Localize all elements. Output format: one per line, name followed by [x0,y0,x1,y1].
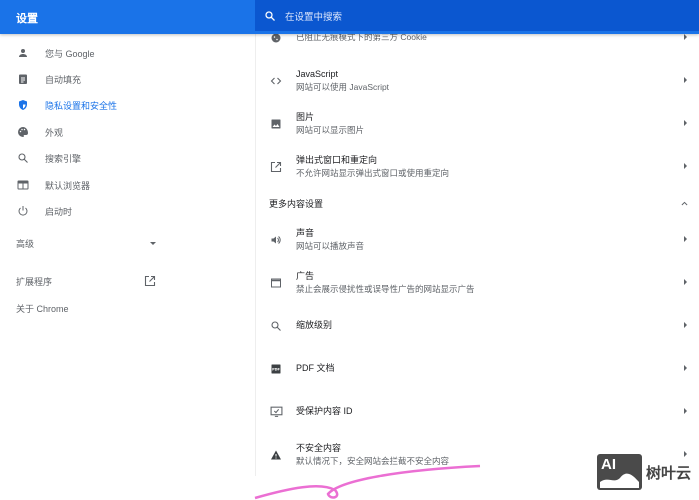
search-icon [16,151,30,165]
setting-subtitle: 禁止会展示侵扰性或误导性广告的网站显示广告 [296,283,475,294]
caret-down-icon [150,241,156,245]
clipboard-icon [16,72,30,86]
setting-title: 弹出式窗口和重定向 [296,154,378,165]
extensions-label: 扩展程序 [16,276,53,287]
setting-title: 受保护内容 ID [296,406,353,416]
more-content-settings-toggle[interactable]: 更多内容设置 [256,188,699,218]
setting-title: 图片 [296,111,315,122]
setting-row-popups[interactable]: 弹出式窗口和重定向不允许网站显示弹出式窗口或使用重定向 [256,145,699,188]
setting-title: 广告 [296,270,315,281]
setting-subtitle: 网站可以播放声音 [296,240,365,251]
pen-scribble-annotation [254,464,481,500]
setting-title: 缩放级别 [296,320,333,330]
chevron-right-icon [684,236,687,242]
sidebar-item-extensions[interactable]: 扩展程序 [16,271,156,291]
sidebar-item-label: 自动填充 [45,74,82,85]
chevron-up-icon [681,201,688,205]
sidebar-item-label: 默认浏览器 [45,180,91,191]
setting-row-zoom-levels[interactable]: 缩放级别 [256,304,699,347]
browser-icon [16,178,30,192]
sidebar-item-label: 外观 [45,127,64,138]
sidebar-item-you-and-google[interactable]: 您与 Google [0,41,255,65]
palette-icon [16,125,30,139]
watermark: AI 树叶云 [597,454,691,490]
sidebar: 您与 Google 自动填充 隐私设置和安全性 外观 搜索引擎 默认浏览器 启动… [0,34,255,500]
setting-row-sound[interactable]: 声音网站可以播放声音 [256,218,699,261]
watermark-logo: AI [597,454,642,490]
sidebar-item-label: 启动时 [45,206,73,217]
shield-icon [16,98,30,112]
page-title: 设置 [16,13,38,25]
search-input[interactable]: 在设置中搜索 [255,0,699,31]
sidebar-item-privacy[interactable]: 隐私设置和安全性 [0,93,255,117]
sidebar-item-on-startup[interactable]: 启动时 [0,199,255,223]
sidebar-item-appearance[interactable]: 外观 [0,120,255,144]
setting-subtitle: 网站可以使用 JavaScript [296,81,390,92]
chevron-right-icon [684,408,687,414]
zoom-icon [269,319,283,333]
advanced-label: 高级 [16,238,35,249]
sidebar-item-label: 搜索引擎 [45,153,82,164]
sidebar-item-label: 隐私设置和安全性 [45,100,118,111]
setting-row-pdf[interactable]: PDF PDF 文档 [256,347,699,390]
section-title: 更多内容设置 [269,198,324,209]
setting-subtitle: 网站可以显示图片 [296,124,365,135]
open-in-new-icon [144,275,156,287]
chevron-right-icon [684,163,687,169]
svg-text:PDF: PDF [272,367,280,371]
setting-title: PDF 文档 [296,363,335,373]
app-header: 设置 在设置中搜索 [0,0,699,34]
power-icon [16,204,30,218]
setting-title: JavaScript [296,68,339,79]
chevron-right-icon [684,365,687,371]
protected-content-icon [269,405,283,419]
setting-subtitle: 不允许网站显示弹出式窗口或使用重定向 [296,167,450,178]
content-settings-list: 已阻止无痕模式下的第三方 Cookie JavaScript 网站可以使用 Jav… [255,16,699,476]
setting-row-ads[interactable]: 广告禁止会展示侵扰性或误导性广告的网站显示广告 [256,261,699,304]
sidebar-advanced-toggle[interactable]: 高级 [16,233,156,253]
about-label: 关于 Chrome [16,303,69,314]
sidebar-item-search-engine[interactable]: 搜索引擎 [0,146,255,170]
chevron-right-icon [684,34,687,40]
window-icon [269,276,283,290]
setting-row-protected-content[interactable]: 受保护内容 ID [256,390,699,433]
setting-row-javascript[interactable]: JavaScript 网站可以使用 JavaScript [256,59,699,102]
setting-title: 声音 [296,227,315,238]
setting-row-images[interactable]: 图片网站可以显示图片 [256,102,699,145]
sidebar-item-default-browser[interactable]: 默认浏览器 [0,173,255,197]
sidebar-item-about-chrome[interactable]: 关于 Chrome [16,298,69,318]
watermark-text: 树叶云 [646,464,692,482]
person-icon [16,46,30,60]
setting-title: 不安全内容 [296,442,342,453]
chevron-right-icon [684,77,687,83]
open-in-new-icon [269,160,283,174]
search-icon [265,10,275,21]
pdf-icon: PDF [269,362,283,376]
chevron-right-icon [684,322,687,328]
code-icon [269,74,283,88]
volume-icon [269,233,283,247]
sidebar-item-label: 您与 Google [45,48,95,59]
search-placeholder: 在设置中搜索 [285,11,343,23]
chevron-right-icon [684,279,687,285]
image-icon [269,117,283,131]
sidebar-item-autofill[interactable]: 自动填充 [0,67,255,91]
chevron-right-icon [684,120,687,126]
